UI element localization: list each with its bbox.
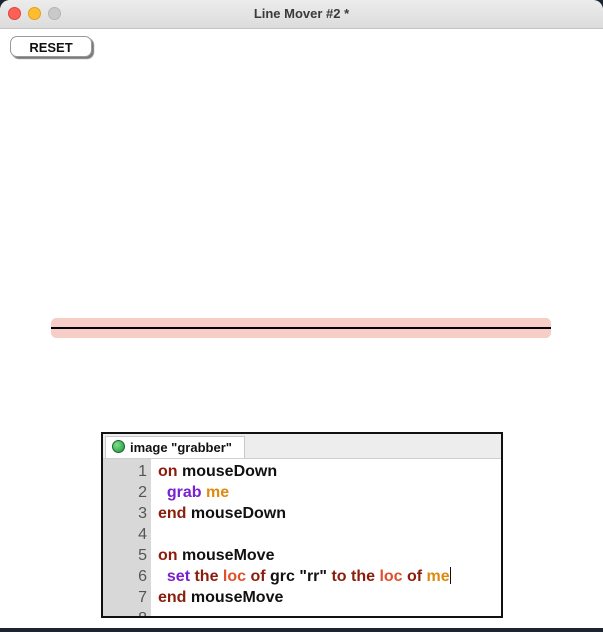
code-token: grc "rr" (265, 568, 327, 585)
code-token: set (158, 568, 191, 585)
code-token: me (201, 484, 230, 501)
title-bar[interactable]: Line Mover #2 * (0, 0, 603, 29)
code-line[interactable]: 8 (103, 608, 501, 616)
code-token: the (346, 568, 375, 585)
editor-tab-bar: image "grabber" (103, 434, 501, 459)
editor-tab-grabber[interactable]: image "grabber" (105, 436, 245, 458)
code-token: the (190, 568, 219, 585)
app-window: Line Mover #2 * RESET image "grabber" 1o… (0, 0, 603, 628)
line-number: 6 (138, 568, 147, 585)
line-number: 2 (138, 484, 147, 501)
line-number: 3 (138, 505, 147, 522)
code-line[interactable]: 3 end mouseDown (103, 503, 501, 524)
code-token: on (158, 547, 178, 564)
code-token: of (402, 568, 423, 585)
reset-button[interactable]: RESET (10, 36, 92, 57)
script-editor-panel[interactable]: image "grabber" 1 on mouseDown 2 grab me 3 e… (101, 432, 503, 618)
line-stroke (51, 327, 551, 329)
code-area[interactable]: 1 on mouseDown 2 grab me 3 end mouseDown 4 5 on… (103, 461, 501, 616)
code-line[interactable]: 2 grab me (103, 482, 501, 503)
editor-tab-label: image "grabber" (130, 440, 232, 455)
code-text: on mouseDown (158, 461, 277, 482)
line-number: 4 (138, 526, 147, 543)
code-line[interactable]: 4 (103, 524, 501, 545)
code-text: set the loc of grc "rr" to the loc of me (158, 566, 451, 587)
code-token: mouseDown (177, 463, 278, 480)
code-text: end mouseDown (158, 503, 286, 524)
code-text: grab me (158, 482, 229, 503)
code-token: grab (158, 484, 202, 501)
code-line[interactable]: 7 end mouseMove (103, 587, 501, 608)
code-token: mouseMove (177, 547, 275, 564)
line-number: 5 (138, 547, 147, 564)
code-token: loc (375, 568, 403, 585)
code-token: to (327, 568, 347, 585)
code-token: end (158, 505, 187, 522)
code-line[interactable]: 5 on mouseMove (103, 545, 501, 566)
code-token: me (422, 568, 450, 585)
code-token: mouseMove (186, 589, 284, 606)
text-caret (449, 567, 451, 584)
status-dot-icon (112, 440, 125, 453)
code-token: end (158, 589, 187, 606)
code-line[interactable]: 1 on mouseDown (103, 461, 501, 482)
window-title: Line Mover #2 * (253, 6, 350, 21)
line-number: 1 (138, 463, 147, 480)
code-token: loc (218, 568, 247, 585)
code-token: mouseDown (186, 505, 287, 522)
line-number: 8 (103, 608, 147, 616)
code-token: of (246, 568, 266, 585)
code-text: on mouseMove (158, 545, 274, 566)
code-line[interactable]: 6 set the loc of grc "rr" to the loc of … (103, 566, 501, 587)
code-text: end mouseMove (158, 587, 283, 608)
line-number: 7 (138, 589, 147, 606)
code-token: on (158, 463, 178, 480)
line-graphic-rr[interactable] (51, 318, 551, 338)
